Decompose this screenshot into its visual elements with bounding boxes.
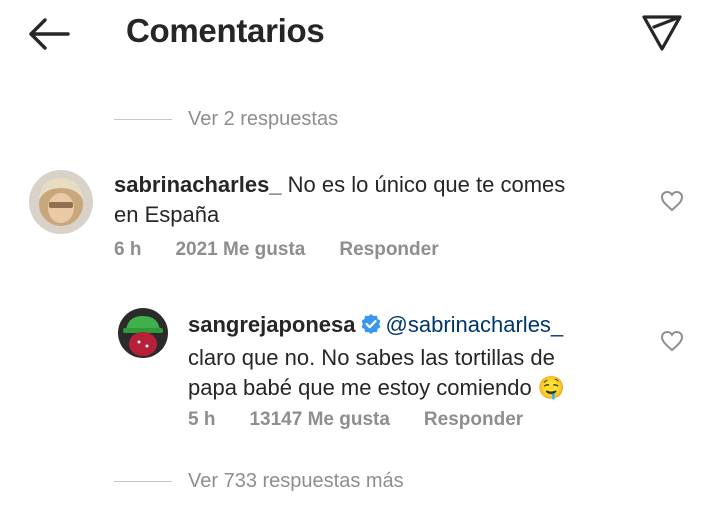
comment-username[interactable]: sangrejaponesa [188,312,356,337]
avatar-image [118,308,168,358]
reply-text: sangrejaponesa @sabrinacharles_ claro que… [188,310,648,403]
view-replies-button[interactable]: Ver 2 respuestas [114,108,338,131]
comment-body-line1: No es lo único que te comes [287,172,566,197]
verified-badge-icon [360,313,382,343]
view-more-replies-button[interactable]: Ver 733 respuestas más [114,470,404,493]
comment-body-line2: papa babé que me estoy comiendo [188,375,532,400]
divider-line [114,481,172,482]
page-title: Comentarios [126,12,325,49]
arrow-left-icon [29,18,70,50]
paper-plane-icon [642,15,682,51]
like-button[interactable] [659,329,685,353]
reply-button[interactable]: Responder [339,239,438,261]
heart-outline-icon [660,330,684,352]
drooling-face-emoji: 🤤 [537,375,566,400]
comment-username[interactable]: sabrinacharles_ [114,172,282,197]
comment-body-line1: claro que no. No sabes las tortillas de [188,345,555,370]
share-button[interactable] [640,12,684,52]
heart-outline-icon [660,190,684,212]
comment-time: 5 h [188,409,216,430]
back-button[interactable] [26,16,72,52]
avatar[interactable] [118,308,168,358]
comment-body-line2: en España [114,202,220,227]
comment-time: 6 h [114,239,142,260]
reply-button[interactable]: Responder [424,409,523,431]
comment-meta: 6 h 2021 Me gusta Responder [114,239,473,261]
comment-text: sabrinacharles_ No es lo único que te co… [114,170,634,230]
divider-line [114,119,172,120]
like-button[interactable] [659,189,685,213]
avatar-image [29,170,93,234]
comment-likes[interactable]: 13147 Me gusta [249,409,389,431]
comment-meta: 5 h 13147 Me gusta Responder [188,409,557,431]
avatar[interactable] [29,170,93,234]
comment-likes[interactable]: 2021 Me gusta [175,239,305,261]
view-replies-label: Ver 2 respuestas [188,108,339,130]
mention-link[interactable]: @sabrinacharles_ [386,312,564,337]
view-more-replies-label: Ver 733 respuestas más [188,470,404,492]
